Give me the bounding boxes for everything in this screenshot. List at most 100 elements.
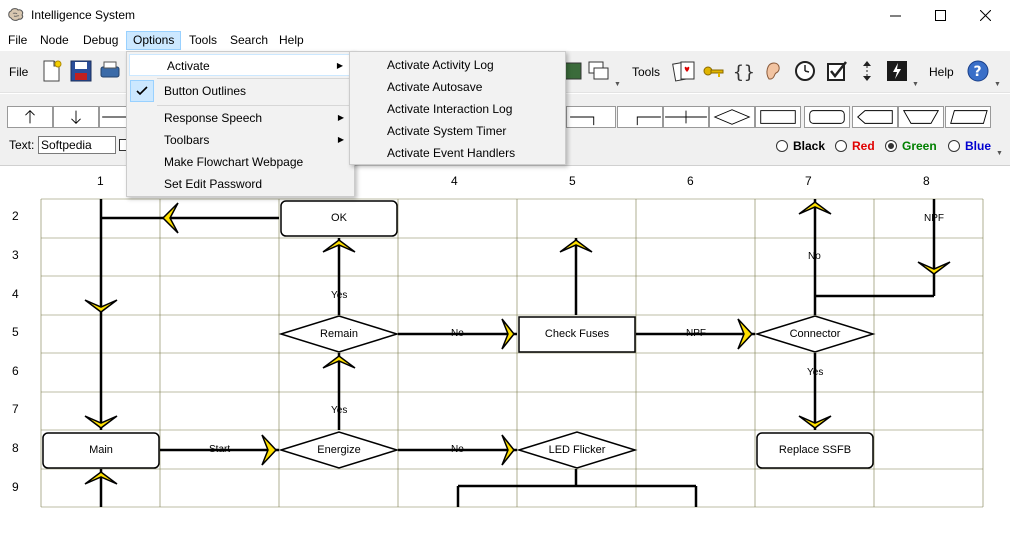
elbow-line-icon [636,116,661,126]
toolbar-overflow-icon[interactable]: ▼ [614,81,622,89]
tools-overflow-icon[interactable]: ▼ [912,81,920,89]
submenu-arrow-icon: ▶ [337,135,344,144]
maximize-icon [934,10,946,21]
menu-options[interactable]: Options [126,31,182,50]
parallelogram-shape-icon [950,110,988,124]
menu-separator [157,105,352,106]
menu-item-response-speech-label: Response Speech [164,111,263,125]
file-toolbar-label: File [9,65,29,79]
color-label-green: Green [902,139,937,153]
submenu-item-activity-log[interactable]: Activate Activity Log [350,54,565,76]
dotted-arrows-icon[interactable] [855,59,879,83]
node-connector-label: Connector [789,328,841,340]
menu-item-toolbars-label: Toolbars [164,133,210,147]
arrow-up-button[interactable] [7,106,53,128]
diamond-shape-button[interactable] [709,106,755,128]
node-remain-label: Remain [320,328,358,340]
trapezoid-shape-button[interactable] [898,106,944,128]
rounded-rect-shape-button[interactable] [804,106,850,128]
menu-item-make-flowchart-webpage[interactable]: Make Flowchart Webpage [127,151,352,173]
checkmark-icon [130,80,154,102]
menu-item-response-speech[interactable]: Response Speech ▶ [127,107,352,129]
menu-item-button-outlines[interactable]: Button Outlines [127,80,352,102]
ear-icon[interactable] [761,59,785,83]
corner-line-icon [570,116,595,126]
submenu-item-system-timer[interactable]: Activate System Timer [350,120,565,142]
braces-icon[interactable]: {} [731,59,755,83]
svg-text:{}: {} [733,62,755,83]
windows-icon[interactable] [586,59,610,83]
menu-item-toolbars[interactable]: Toolbars ▶ [127,129,352,151]
menu-search[interactable]: Search [224,31,274,50]
color-radio-black[interactable] [776,140,788,152]
parallelogram-shape-button[interactable] [945,106,991,128]
minimize-icon [889,15,901,17]
app-window: Intelligence System File Node Debug Opti… [0,0,1010,536]
hexagon-shape-button[interactable] [852,106,898,128]
corner-line-button[interactable] [566,106,616,128]
rectangle-shape-button[interactable] [755,106,801,128]
help-icon[interactable]: ? [966,59,990,83]
menu-help[interactable]: Help [273,31,310,50]
activate-submenu: Activate Activity Log Activate Autosave … [349,51,566,165]
print-icon[interactable] [98,59,122,83]
window-title: Intelligence System [31,8,136,22]
node-text-input[interactable]: Softpedia [38,136,116,154]
options-menu: Activate ▶ Button Outlines Response Spee… [126,51,355,197]
submenu-item-event-handlers[interactable]: Activate Event Handlers [350,142,565,164]
line-horizontal-button[interactable] [99,106,129,128]
elbow-line-button[interactable] [617,106,663,128]
menu-file[interactable]: File [2,31,33,50]
submenu-item-autosave[interactable]: Activate Autosave [350,76,565,98]
svg-text:?: ? [974,64,982,80]
hexagon-shape-icon [857,110,893,124]
color-label-red: Red [852,139,875,153]
close-button[interactable] [962,0,1008,31]
connector-label-npf-top: NPF [924,213,944,224]
node-check-fuses-label: Check Fuses [544,328,610,340]
submenu-arrow-icon: ▶ [337,113,344,122]
connector-label-yes-remain: Yes [331,290,348,301]
maximize-button[interactable] [917,0,963,31]
minimize-button[interactable] [872,0,918,31]
menu-item-set-edit-password-label: Set Edit Password [164,177,263,191]
menu-item-button-outlines-label: Button Outlines [164,84,247,98]
flowchart-grid [40,198,984,508]
menu-tools[interactable]: Tools [183,31,223,50]
close-icon [979,10,991,21]
clock-icon[interactable] [793,59,817,83]
menu-item-make-flowchart-webpage-label: Make Flowchart Webpage [164,155,304,169]
node-replace-ssfb-label: Replace SSFB [778,444,852,456]
connector-label-no-energize: No [451,444,464,455]
brain-icon [8,8,24,21]
line-horizontal-icon [102,116,128,118]
menu-node[interactable]: Node [34,31,75,50]
checkbox-icon[interactable] [825,59,849,83]
shapes-overflow-icon[interactable]: ▼ [996,150,1004,158]
new-file-icon[interactable] [40,59,64,83]
menu-debug[interactable]: Debug [77,31,124,50]
color-radio-red[interactable] [835,140,847,152]
connector-label-yes-energize: Yes [331,405,348,416]
submenu-item-interaction-log[interactable]: Activate Interaction Log [350,98,565,120]
node-led-flicker-label: LED Flicker [548,444,606,456]
cards-icon[interactable] [672,59,696,83]
connector-label-start: Start [209,444,231,455]
save-icon[interactable] [69,59,93,83]
color-label-blue: Blue [965,139,992,153]
menu-item-set-edit-password[interactable]: Set Edit Password [127,173,352,195]
event-icon[interactable] [885,59,909,83]
help-overflow-icon[interactable]: ▼ [994,81,1002,89]
connector-label-yes-connector: Yes [807,367,824,378]
submenu-arrow-icon: ▶ [336,61,343,70]
cross-line-button[interactable] [663,106,709,128]
arrow-down-button[interactable] [53,106,99,128]
color-radio-green[interactable] [885,140,897,152]
menu-bar: File Node Debug Options Tools Search Hel… [0,31,1010,50]
title-bar: Intelligence System [0,0,1010,31]
flowchart-canvas[interactable]: 1 2 3 4 5 6 7 8 2 3 4 5 6 7 8 9 [0,166,1010,536]
menu-item-activate[interactable]: Activate ▶ [129,54,352,76]
tools-toolbar-label: Tools [632,65,661,79]
key-icon[interactable] [701,59,725,83]
color-radio-blue[interactable] [948,140,960,152]
